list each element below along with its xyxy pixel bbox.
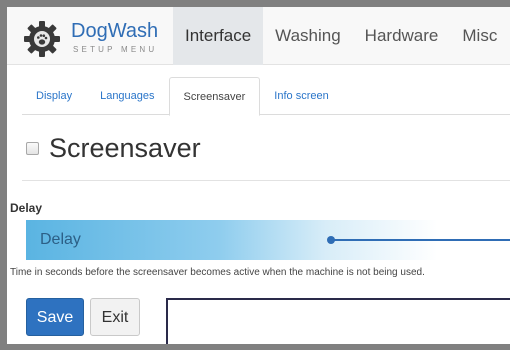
tab-screensaver[interactable]: Screensaver (168, 77, 261, 116)
delay-help-text: Time in seconds before the screensaver b… (10, 267, 425, 278)
sub-tabs: Display Languages Screensaver Info scree… (22, 77, 510, 116)
slider-track[interactable] (331, 239, 510, 241)
top-navbar: DogWash SETUP MENU Interface Washing Har… (7, 7, 510, 65)
nav-misc[interactable]: Misc (450, 7, 509, 65)
save-button[interactable]: Save (26, 298, 84, 336)
exit-button[interactable]: Exit (90, 298, 140, 336)
gear-paw-icon (24, 21, 60, 57)
brand-name: DogWash (71, 20, 159, 42)
nav-washing[interactable]: Washing (263, 7, 353, 65)
screensaver-enable-checkbox[interactable] (26, 141, 39, 155)
overlay-panel (166, 298, 510, 344)
brand-logo-link[interactable]: DogWash SETUP MENU (21, 17, 171, 57)
slider-label: Delay (40, 231, 81, 248)
nav-interface[interactable]: Interface (173, 7, 264, 65)
brand-subtitle: SETUP MENU (73, 45, 158, 54)
main-nav: Interface Washing Hardware Misc (173, 7, 509, 65)
slider-handle[interactable] (327, 236, 335, 244)
nav-hardware[interactable]: Hardware (353, 7, 451, 65)
section-header: Screensaver (26, 130, 201, 166)
delay-slider[interactable]: Delay (26, 220, 510, 260)
tab-languages[interactable]: Languages (86, 77, 168, 115)
tab-display[interactable]: Display (22, 77, 86, 115)
tab-info-screen[interactable]: Info screen (260, 77, 342, 115)
page-title: Screensaver (49, 132, 201, 163)
divider (22, 180, 510, 181)
delay-label: Delay (10, 201, 43, 215)
